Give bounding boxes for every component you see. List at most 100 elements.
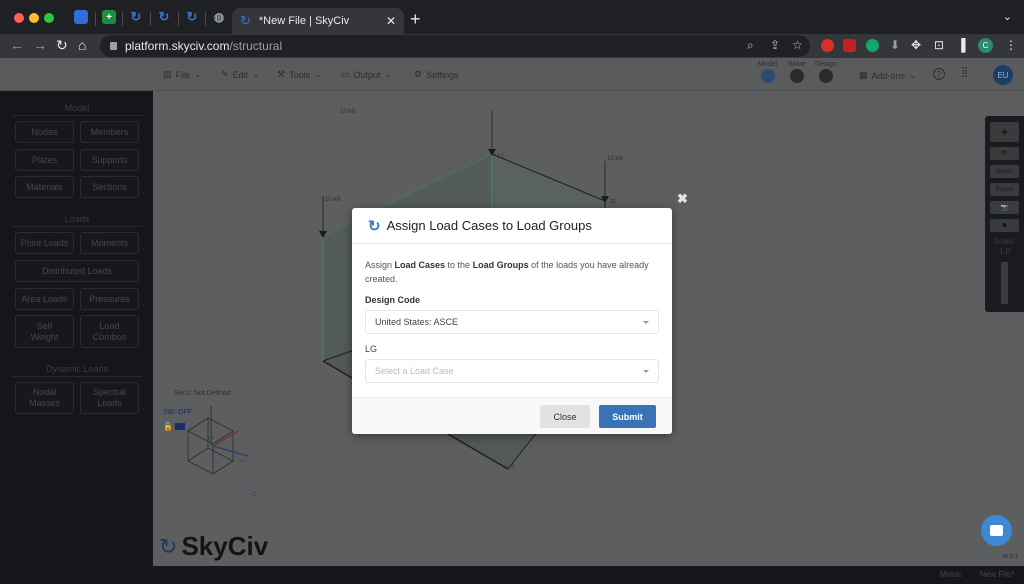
submit-button[interactable]: Submit [599, 405, 656, 428]
pressures-button[interactable]: Pressures [80, 288, 139, 310]
plates-button[interactable]: Plates [15, 149, 74, 171]
window-close-button[interactable] [14, 13, 24, 23]
extensions-puzzle-icon[interactable]: ✥ [911, 38, 921, 52]
home-icon[interactable]: ⌂ [78, 37, 86, 53]
3d-toggle-icon[interactable] [175, 423, 185, 430]
addons-label: Add-ons [871, 70, 906, 81]
download-extension-icon[interactable]: ⬇ [890, 38, 900, 52]
window-minimize-button[interactable] [29, 13, 39, 23]
pinned-tab-sheets[interactable]: + [102, 10, 116, 24]
share-icon[interactable]: ⇪ [770, 38, 780, 52]
bookmark-star-icon[interactable]: ☆ [792, 38, 803, 52]
materials-button[interactable]: Materials [15, 176, 74, 198]
self-weight-status[interactable]: SW: OFF [163, 409, 192, 416]
design-code-label: Design Code [365, 295, 421, 305]
grammarly-icon[interactable] [866, 39, 879, 52]
load-case-select[interactable]: Select a Load Case [365, 359, 659, 383]
tab-close-icon[interactable]: ✕ [386, 14, 396, 28]
supports-button[interactable]: Supports [80, 149, 139, 171]
pinned-tab-skyciv[interactable]: ↻ [157, 9, 171, 24]
nodal-masses-button[interactable]: Nodal Masses [15, 382, 74, 414]
stage-model[interactable]: Model [758, 61, 777, 83]
cast-icon[interactable]: ⊡ [934, 38, 944, 52]
visibility-eye-button[interactable]: 👁 [990, 147, 1019, 160]
unlock-icon[interactable]: 🔓 [163, 422, 173, 431]
menu-edit[interactable]: ✎ Edit ⌄ [221, 69, 260, 80]
user-avatar[interactable]: EU [993, 65, 1013, 85]
active-tab[interactable]: ↻ *New File | SkyCiv ✕ [232, 8, 404, 34]
add-button[interactable]: + [990, 122, 1019, 142]
pinned-tab-skyciv[interactable]: ↻ [129, 9, 143, 24]
members-button[interactable]: Members [80, 121, 139, 143]
load-label: 10 kN [607, 156, 623, 162]
spectral-loads-button[interactable]: Spectral Loads [80, 382, 139, 414]
url-path: /structural [229, 39, 283, 53]
solve-stage-icon [789, 69, 804, 83]
scale-value: 1.0 [998, 247, 1011, 256]
dismiss-modal-icon[interactable]: ✖ [677, 191, 688, 207]
profile-avatar[interactable]: C [978, 38, 993, 53]
reload-icon[interactable]: ↻ [56, 37, 68, 54]
area-loads-button[interactable]: Area Loads [15, 288, 74, 310]
side-panel-icon[interactable]: ▐ [957, 38, 966, 52]
chat-icon [990, 525, 1003, 536]
close-button[interactable]: Close [540, 405, 590, 428]
forward-icon[interactable]: → [33, 37, 47, 53]
stage-design[interactable]: Design [815, 61, 837, 83]
extension-icon[interactable] [843, 39, 856, 52]
desc-bold: Load Cases [394, 260, 446, 270]
help-button[interactable]: ? [933, 68, 945, 80]
zoom-icon[interactable]: ⌕ [747, 38, 754, 53]
address-bar[interactable]: platform.skyciv.com /structural [100, 35, 810, 57]
3d-view-cube-button[interactable]: ⬢ [990, 219, 1019, 232]
sidebar: Model Nodes Members Plates Supports Mate… [0, 91, 153, 566]
pinned-tab-skyciv[interactable]: ↻ [185, 9, 199, 24]
point-loads-button[interactable]: Point Loads [15, 232, 74, 254]
menu-label: Output [353, 69, 381, 80]
new-tab-button[interactable]: + [410, 9, 421, 29]
app-menubar: ▤ File ⌄ ✎ Edit ⌄ ⚒ Tools ⌄ ▭ Output ⌄ ⚙ Set… [0, 58, 1024, 91]
distributed-loads-button[interactable]: Distributed Loads [15, 260, 139, 282]
menu-output[interactable]: ▭ Output ⌄ [341, 69, 392, 80]
window-maximize-button[interactable] [44, 13, 54, 23]
self-weight-button[interactable]: Self Weight [15, 315, 74, 348]
menu-settings[interactable]: ⚙ Settings [414, 69, 459, 80]
chrome-menu-icon[interactable]: ⋮ [1005, 38, 1017, 52]
load-case-placeholder: Select a Load Case [375, 366, 454, 376]
rotate-button[interactable]: Rotate [990, 183, 1019, 196]
file-name-indicator: New File* [980, 570, 1015, 579]
stage-solve[interactable]: Solve [788, 61, 806, 83]
view-controls-panel: + 👁 Views Rotate 📷 ⬢ Scale: 1.0 [985, 116, 1024, 312]
x-axis-label: +X [239, 459, 247, 465]
screenshot-camera-button[interactable]: 📷 [990, 201, 1019, 214]
views-button[interactable]: Views [990, 165, 1019, 178]
chevron-down-icon: ⌄ [384, 69, 393, 79]
pinned-tab-jira[interactable] [74, 10, 88, 24]
menu-file[interactable]: ▤ File ⌄ [163, 69, 202, 80]
load-label: 10 kN [340, 109, 356, 115]
tab-separator [178, 12, 179, 26]
grid-icon: ▦ [859, 70, 868, 80]
design-code-select[interactable]: United States: ASCE [365, 310, 659, 334]
section-info: Sec1: Not Defined [174, 390, 231, 397]
apps-grid-button[interactable]: ⣿ [961, 67, 968, 78]
units-indicator[interactable]: Metric [940, 570, 962, 579]
addons-menu[interactable]: ▦ Add-ons ⌄ [859, 70, 917, 81]
nodes-button[interactable]: Nodes [15, 121, 74, 143]
modal-header: ↻ Assign Load Cases to Load Groups [352, 208, 672, 244]
desc-text: Assign [365, 260, 395, 270]
lg-label: LG [365, 344, 378, 354]
dropdown-caret-icon [643, 321, 649, 324]
chat-support-button[interactable] [981, 515, 1012, 546]
tab-search-button[interactable]: ⌄ [1003, 10, 1012, 23]
node-label: 2 [511, 464, 515, 470]
extension-icon[interactable] [821, 39, 834, 52]
back-icon[interactable]: ← [10, 37, 24, 53]
moments-button[interactable]: Moments [80, 232, 139, 254]
sections-button[interactable]: Sections [80, 176, 139, 198]
scale-slider[interactable] [1001, 262, 1008, 304]
load-combos-button[interactable]: Load Combos [80, 315, 139, 348]
menu-tools[interactable]: ⚒ Tools ⌄ [277, 69, 322, 80]
pinned-tab-globe[interactable]: ◍ [212, 10, 226, 24]
divider [12, 226, 142, 227]
